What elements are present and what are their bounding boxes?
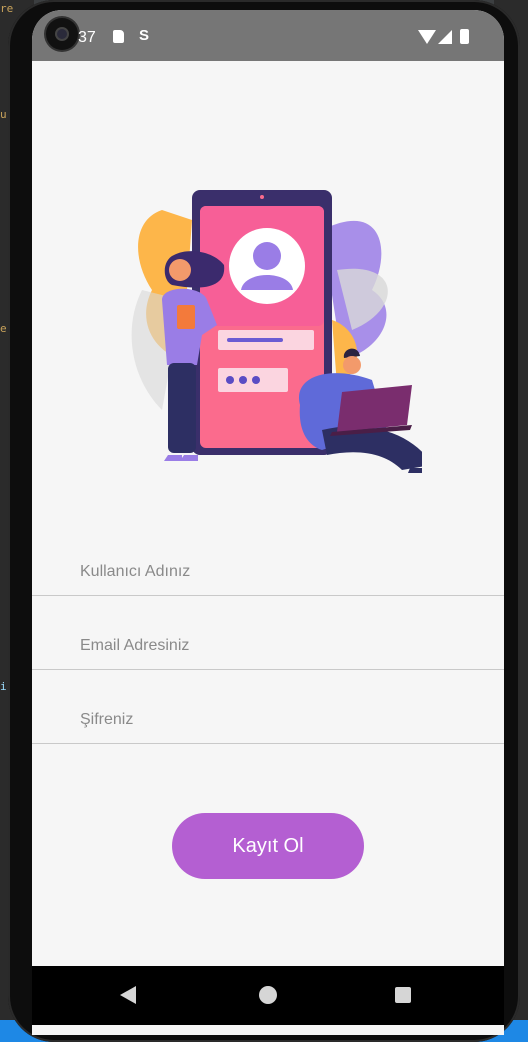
s-icon: S [139,27,150,44]
sd-card-icon [113,30,124,43]
navigation-bar [32,966,504,1025]
ide-code-fragment: u [0,108,7,121]
password-field [32,669,504,744]
email-input[interactable] [80,637,480,655]
status-bar: 37 S [32,10,504,61]
register-button[interactable]: Kayıt Ol [172,813,364,879]
login-illustration-icon [131,190,422,473]
password-input[interactable] [80,711,480,729]
back-icon[interactable] [120,986,136,1004]
recents-icon[interactable] [395,987,411,1003]
wifi-icon [418,30,436,44]
email-field [32,595,504,670]
ide-code-fragment: e [0,322,7,335]
front-camera-icon [46,18,78,50]
battery-icon [460,29,469,44]
ide-code-fragment: re [0,2,14,15]
app-screen: 37 S Kullanıcı Adınız Email Adresiniz Ka… [32,10,504,1035]
signal-icon [438,30,452,44]
ide-code-fragment: i [0,680,7,693]
username-field [32,521,504,596]
home-icon[interactable] [259,986,277,1004]
username-input[interactable] [80,563,480,581]
status-time: 37 [78,29,96,46]
